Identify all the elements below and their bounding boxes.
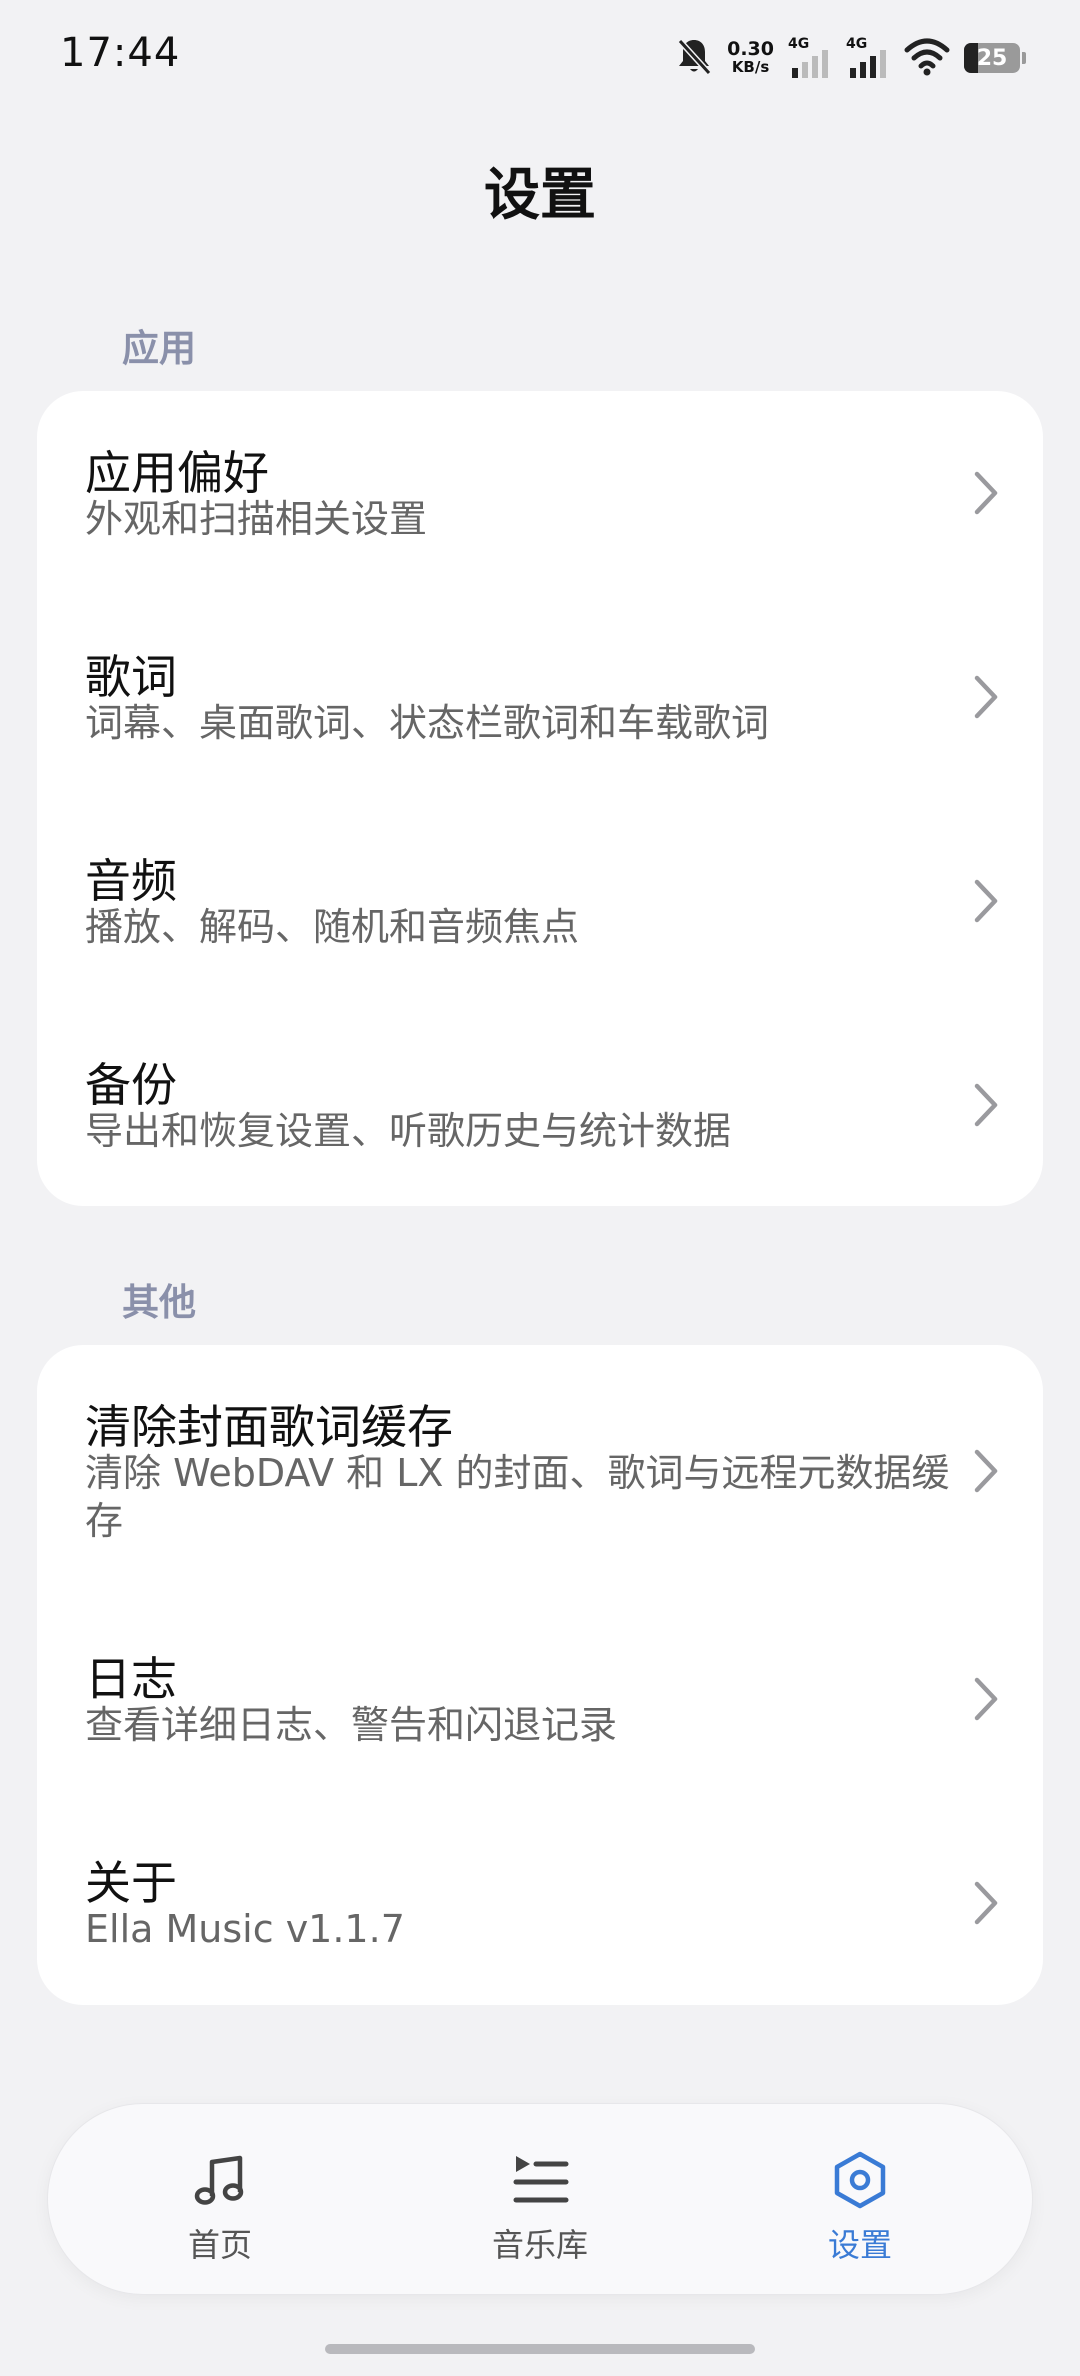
- chevron-right-icon: [974, 1677, 998, 1721]
- bell-off-icon: [675, 36, 713, 80]
- settings-item-clear-cache[interactable]: 清除封面歌词缓存 清除 WebDAV 和 LX 的封面、歌词与远程元数据缓存: [37, 1345, 1043, 1597]
- nav-item-library[interactable]: 音乐库: [440, 2104, 640, 2294]
- home-indicator[interactable]: [325, 2344, 755, 2354]
- settings-item-title: 应用偏好: [85, 446, 269, 500]
- section-label-other: 其他: [122, 1281, 196, 1324]
- wifi-icon: [904, 36, 950, 80]
- settings-item-lyrics[interactable]: 歌词 词幕、桌面歌词、状态栏歌词和车载歌词: [37, 595, 1043, 799]
- chevron-right-icon: [974, 1083, 998, 1127]
- nav-label-library: 音乐库: [491, 2226, 588, 2264]
- settings-item-title: 关于: [85, 1856, 177, 1910]
- network-speed: 0.30 KB/s: [727, 38, 774, 77]
- settings-item-title: 清除封面歌词缓存: [85, 1400, 453, 1454]
- music-note-icon: [194, 2155, 244, 2205]
- settings-item-subtitle: 播放、解码、随机和音频焦点: [85, 905, 580, 949]
- network-speed-unit: KB/s: [731, 58, 770, 76]
- settings-item-subtitle: Ella Music v1.1.7: [85, 1907, 405, 1951]
- bottom-navigation: 首页 音乐库 设置: [48, 2104, 1032, 2294]
- status-icons: 0.30 KB/s 4G 4G 25: [675, 34, 1026, 82]
- network-speed-value: 0.30: [727, 38, 774, 60]
- nav-label-home: 首页: [187, 2226, 252, 2264]
- settings-card-other: 清除封面歌词缓存 清除 WebDAV 和 LX 的封面、歌词与远程元数据缓存 日…: [37, 1345, 1043, 2005]
- chevron-right-icon: [974, 1881, 998, 1925]
- settings-item-app-preferences[interactable]: 应用偏好 外观和扫描相关设置: [37, 391, 1043, 595]
- chevron-right-icon: [974, 1449, 998, 1493]
- battery-icon: 25: [964, 43, 1026, 73]
- signal-icon: 4G: [788, 36, 832, 80]
- playlist-icon: [513, 2156, 569, 2203]
- settings-item-logs[interactable]: 日志 查看详细日志、警告和闪退记录: [37, 1597, 1043, 1801]
- settings-item-subtitle: 清除 WebDAV 和 LX 的封面、歌词与远程元数据缓存: [85, 1451, 950, 1543]
- page-title: 设置: [484, 163, 596, 228]
- nav-item-settings[interactable]: 设置: [760, 2104, 960, 2294]
- settings-hexagon-icon: [834, 2151, 886, 2209]
- chevron-right-icon: [974, 675, 998, 719]
- settings-item-subtitle: 词幕、桌面歌词、状态栏歌词和车载歌词: [85, 701, 770, 745]
- settings-item-subtitle: 外观和扫描相关设置: [85, 497, 428, 541]
- settings-item-title: 备份: [85, 1058, 177, 1112]
- settings-item-audio[interactable]: 音频 播放、解码、随机和音频焦点: [37, 799, 1043, 1003]
- settings-item-title: 音频: [85, 854, 177, 908]
- settings-card-app: 应用偏好 外观和扫描相关设置 歌词 词幕、桌面歌词、状态栏歌词和车载歌词 音频 …: [37, 391, 1043, 1206]
- section-label-app: 应用: [122, 327, 196, 370]
- chevron-right-icon: [974, 471, 998, 515]
- battery-level: 25: [976, 45, 1008, 71]
- nav-item-home[interactable]: 首页: [120, 2104, 320, 2294]
- signal-icon: 4G: [846, 36, 890, 80]
- chevron-right-icon: [974, 879, 998, 923]
- settings-item-title: 日志: [85, 1652, 177, 1706]
- nav-label-settings: 设置: [827, 2226, 892, 2264]
- settings-item-subtitle: 查看详细日志、警告和闪退记录: [85, 1703, 618, 1747]
- status-bar: 17:44 0.30 KB/s 4G 4G 25: [0, 0, 1080, 120]
- settings-item-about[interactable]: 关于 Ella Music v1.1.7: [37, 1801, 1043, 2005]
- settings-item-title: 歌词: [85, 650, 177, 704]
- status-time: 17:44: [60, 30, 181, 76]
- settings-item-backup[interactable]: 备份 导出和恢复设置、听歌历史与统计数据: [37, 1003, 1043, 1206]
- settings-item-subtitle: 导出和恢复设置、听歌历史与统计数据: [85, 1109, 732, 1153]
